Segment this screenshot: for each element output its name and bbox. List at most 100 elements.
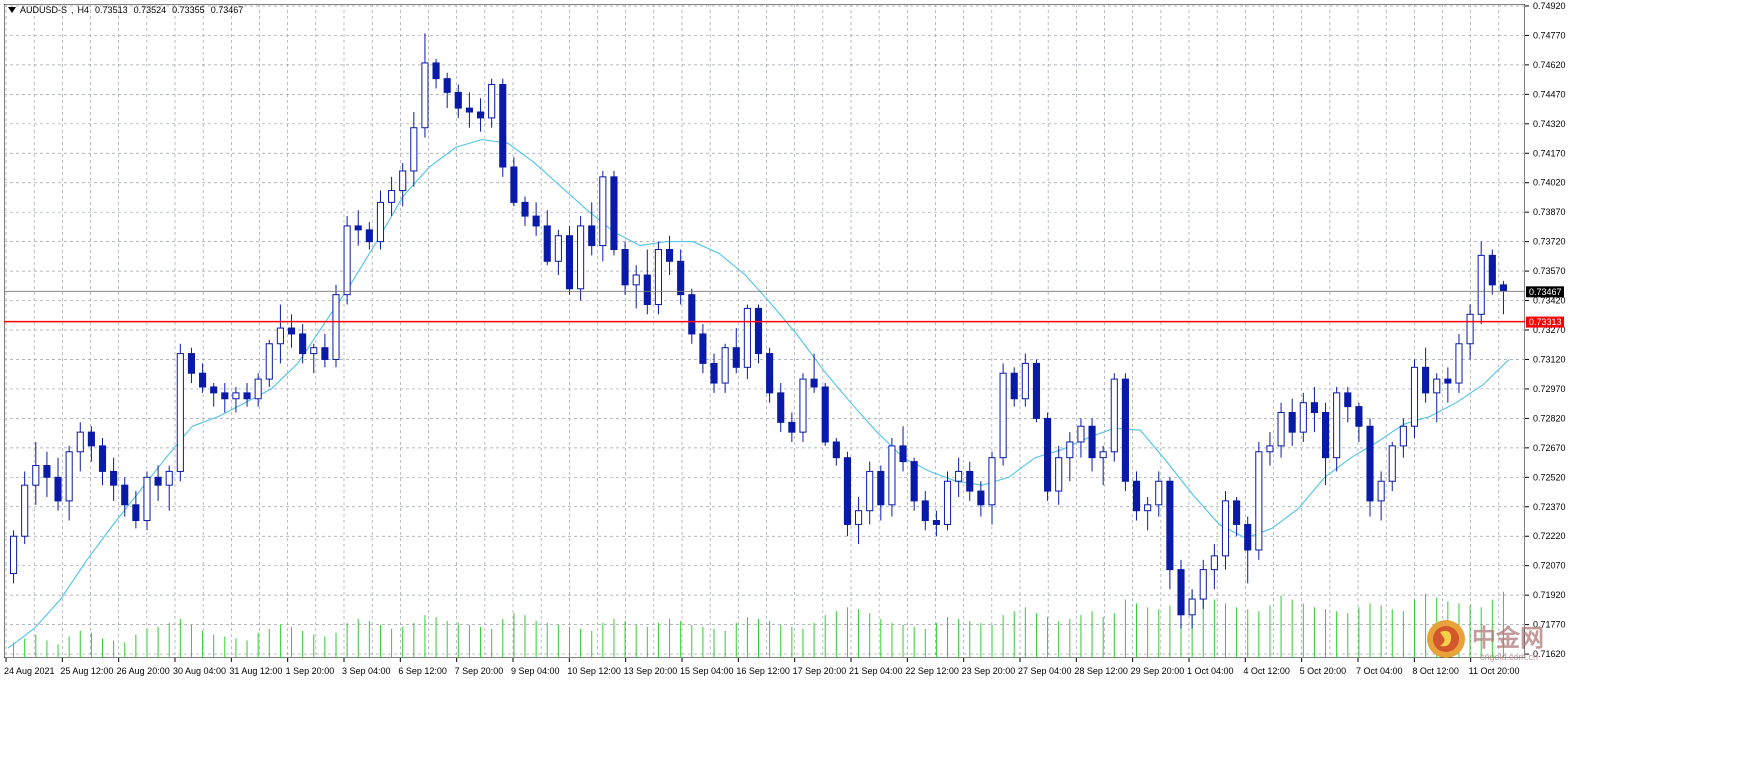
price-tick-label: 0.72220 xyxy=(1533,531,1566,541)
candle-body-bear xyxy=(1344,392,1352,408)
candle-body-bear xyxy=(187,353,196,374)
candle-body-bull xyxy=(1077,425,1085,443)
candle-body-bear xyxy=(1355,406,1363,427)
open-value: 0.73513 xyxy=(95,5,128,15)
candle-body-bull xyxy=(421,62,429,129)
triangle-down-icon[interactable] xyxy=(8,7,16,13)
candle-body-bull xyxy=(721,347,729,384)
candle xyxy=(821,383,829,446)
candle-body-bear xyxy=(1310,402,1318,414)
candle-body-bear xyxy=(432,62,440,80)
candle-body-bear xyxy=(543,225,551,262)
candle-body-bear xyxy=(1132,480,1141,512)
time-tick-label: 28 Sep 12:00 xyxy=(1074,666,1128,676)
candle-body-bear xyxy=(921,500,929,522)
candle-body-bear xyxy=(499,84,507,168)
candle-body-bull xyxy=(1433,378,1441,394)
current-price-label: 0.73467 xyxy=(1529,287,1562,297)
candle-body-bear xyxy=(688,294,696,335)
watermark-url: cngold.com.cn xyxy=(1480,652,1538,662)
candle-body-bear xyxy=(110,470,118,486)
price-tick-label: 0.72520 xyxy=(1533,472,1566,482)
candle-body-bear xyxy=(665,248,674,262)
candle-body-bull xyxy=(577,225,585,290)
candle-body-bear xyxy=(565,235,574,290)
time-tick-label: 10 Sep 12:00 xyxy=(567,666,621,676)
candle-body-bull xyxy=(1110,378,1118,453)
candle xyxy=(654,241,662,315)
candle-body-bull xyxy=(599,176,607,247)
time-tick-label: 30 Aug 04:00 xyxy=(173,666,226,676)
price-tick-label: 0.72970 xyxy=(1533,384,1566,394)
time-tick-label: 23 Sep 20:00 xyxy=(962,666,1016,676)
candle-body-bull xyxy=(1277,412,1285,447)
candle-body-bear xyxy=(621,248,629,286)
candle-body-bull xyxy=(1199,569,1207,600)
candle-body-bull xyxy=(1399,425,1407,447)
candle xyxy=(499,78,507,177)
candle-body-bull xyxy=(1466,313,1474,345)
candle-body-bull xyxy=(376,201,385,243)
chart-window[interactable]: AUDUSD-S, H4 0.73513 0.73524 0.73355 0.73… xyxy=(0,0,1741,761)
time-tick-label: 3 Sep 04:00 xyxy=(342,666,391,676)
candle-body-bear xyxy=(154,476,162,486)
candle-body-bear xyxy=(699,333,707,364)
candle-body-bear xyxy=(1288,412,1296,433)
time-tick-label: 24 Aug 2021 xyxy=(4,666,55,676)
candle xyxy=(888,438,896,517)
candle xyxy=(1110,373,1118,462)
candle-body-bear xyxy=(877,470,885,506)
candle-body-bull xyxy=(654,248,662,305)
price-chart[interactable] xyxy=(4,4,1525,658)
time-tick-label: 9 Sep 04:00 xyxy=(511,666,560,676)
candle-body-bull xyxy=(855,510,863,525)
candle-body-bear xyxy=(977,490,985,506)
candle-body-bull xyxy=(999,372,1007,459)
candle-body-bull xyxy=(866,470,874,512)
candle-body-bull xyxy=(1188,598,1196,616)
candle-body-bear xyxy=(532,215,540,227)
time-axis[interactable]: 24 Aug 2021 25 Aug 12:00 26 Aug 20:00 30 Au… xyxy=(0,658,1525,761)
candle-body-bull xyxy=(176,353,184,472)
candle xyxy=(332,284,340,368)
candle-body-bear xyxy=(132,504,140,522)
candle-body-bull xyxy=(21,484,29,537)
candle-body-bull xyxy=(265,343,273,380)
candle-body-bear xyxy=(1244,523,1252,551)
candle-body-bear xyxy=(510,166,518,203)
candle-body-bear xyxy=(966,470,974,492)
time-tick-label: 25 Aug 12:00 xyxy=(60,666,113,676)
candle-body-bear xyxy=(43,465,51,478)
candle-body-bull xyxy=(632,274,640,286)
price-tick-label: 0.74320 xyxy=(1533,119,1566,129)
candle-body-bear xyxy=(354,225,362,231)
candle-body-bear xyxy=(454,91,462,109)
candle xyxy=(610,170,618,256)
candle-body-bear xyxy=(1044,417,1052,492)
candle xyxy=(1032,359,1041,423)
candle-body-bull xyxy=(10,535,18,575)
candle-body-bear xyxy=(810,378,818,388)
time-tick-label: 8 Oct 12:00 xyxy=(1412,666,1459,676)
candle-body-bear xyxy=(1488,254,1496,286)
candle-body-bear xyxy=(1166,480,1174,571)
candle-body-bull xyxy=(488,84,496,119)
candle-body-bear xyxy=(932,520,940,525)
candle-body-bull xyxy=(232,392,240,400)
price-tick-label: 0.74920 xyxy=(1533,1,1566,11)
price-tick-label: 0.74770 xyxy=(1533,30,1566,40)
candle-body-bull xyxy=(943,480,952,525)
candle-body-bull xyxy=(1377,480,1385,502)
timeframe: H4 xyxy=(77,5,90,15)
time-tick-label: 4 Oct 12:00 xyxy=(1243,666,1290,676)
candle-body-bull xyxy=(743,307,751,368)
candle-body-bull xyxy=(799,378,807,433)
candle-body-bear xyxy=(121,484,129,506)
candle-body-bull xyxy=(65,451,73,502)
time-tick-label: 21 Sep 04:00 xyxy=(849,666,903,676)
candle-body-bear xyxy=(1088,425,1096,459)
candle xyxy=(176,343,184,482)
candle-body-bull xyxy=(988,457,996,506)
candle-body-bull xyxy=(1066,441,1074,459)
candle-body-bull xyxy=(399,170,407,192)
